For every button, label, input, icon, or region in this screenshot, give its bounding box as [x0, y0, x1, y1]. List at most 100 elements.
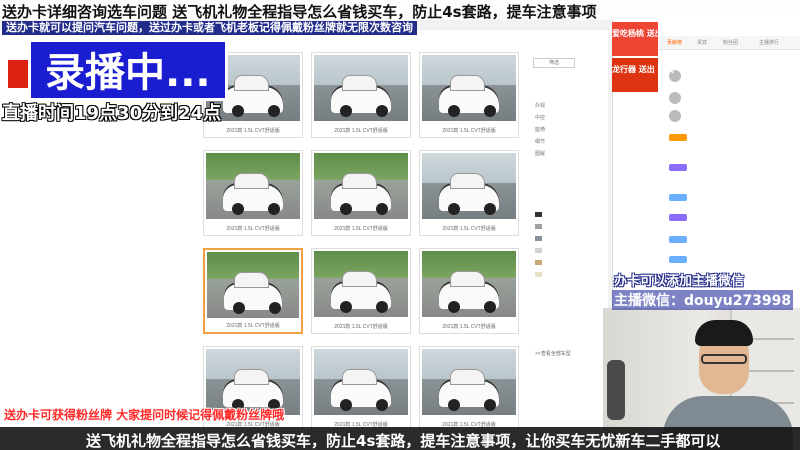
tab-contribution[interactable]: 贡献榜 [667, 39, 682, 46]
wheel [232, 203, 244, 215]
color-option[interactable] [535, 260, 545, 266]
wheel [268, 203, 280, 215]
thumbnail-caption: 2021款 1.5L CVT舒适版 [334, 226, 388, 232]
car-photo [422, 153, 516, 219]
filter-button[interactable]: 筛选 [533, 58, 575, 68]
avatar [669, 110, 681, 122]
message-badge [669, 194, 687, 201]
thumbnail-caption: 2021款 1.5L CVT舒适版 [442, 226, 496, 232]
filter-row: 图解 [535, 151, 546, 157]
color-option[interactable] [535, 212, 545, 218]
gallery-thumbnail[interactable]: 2021款 1.5L CVT舒适版 [203, 248, 303, 334]
gallery-thumbnail[interactable]: 2021款 1.5L CVT舒适版 [419, 52, 519, 138]
color-option[interactable] [535, 224, 545, 230]
wheel [340, 301, 352, 313]
wechat-id: 主播微信：douyu273998 [612, 290, 794, 310]
car-photo [422, 55, 516, 121]
avatar [669, 92, 681, 104]
gift-item: 龙行器 送出 飞机 [612, 58, 674, 92]
tab-vip[interactable]: 贵宾 [697, 39, 707, 46]
thumbnail-caption: 2021款 1.5L CVT舒适版 [226, 226, 280, 232]
wheel [448, 301, 460, 313]
tab-fans[interactable]: 粉丝团 [723, 39, 738, 46]
broadcast-hours: 直播时间19点30分到24点 [2, 103, 222, 124]
color-swatch [535, 272, 542, 278]
wheel [484, 105, 496, 117]
thumbnail-caption: 2021款 1.5L CVT舒适版 [334, 128, 388, 134]
wheel [340, 399, 352, 411]
message-badge [669, 164, 687, 171]
thumbnail-caption: 2021款 1.5L CVT舒适版 [226, 128, 280, 134]
filter-row: 细节 [535, 139, 546, 145]
car-photo [422, 251, 516, 317]
gift-item: 爱吃杨桃 送出 [612, 22, 663, 56]
filter-row: 外观 [535, 103, 546, 109]
bottom-banner-text: 送飞机礼物全程指导怎么省钱买车，防止4s套路，提车注意事项，让你买车无忧新车二手… [86, 432, 721, 450]
wheel [376, 203, 388, 215]
thumbnail-caption: 2021款 1.5L CVT舒适版 [442, 128, 496, 134]
message-badge [669, 134, 687, 141]
car-photo [207, 252, 299, 318]
message-badge [669, 214, 687, 221]
car-photo [422, 349, 516, 415]
car-photo [314, 55, 408, 121]
gallery-thumbnail[interactable]: 2021款 1.5L CVT舒适版 [203, 150, 303, 236]
color-swatch [535, 260, 542, 266]
wheel [484, 301, 496, 313]
microphone [607, 360, 625, 420]
gallery-thumbnail[interactable]: 2021款 1.5L CVT舒适版 [311, 248, 411, 334]
top-banner: 送办卡详细咨询选车问题 送飞机礼物全程指导怎么省钱买车，防止4s套路，提车注意事… [0, 0, 800, 21]
wheel [376, 105, 388, 117]
gallery-thumbnail[interactable]: 2021款 1.5L CVT舒适版 [419, 248, 519, 334]
wheel [340, 203, 352, 215]
color-option[interactable] [535, 236, 545, 242]
car-photo [314, 153, 408, 219]
color-option[interactable] [535, 248, 545, 254]
thumbnail-caption: 2021款 1.5L CVT舒适版 [442, 324, 496, 330]
gallery-thumbnail[interactable]: 2021款 1.5L CVT舒适版 [419, 150, 519, 236]
gallery-thumbnail[interactable]: 2021款 1.5L CVT舒适版 [311, 346, 411, 432]
filter-row: 座椅 [535, 127, 546, 133]
wheel [376, 399, 388, 411]
wheel [448, 105, 460, 117]
filter-panel: 筛选 外观 中控 座椅 细节 图解 >>查看全部车型 [529, 52, 607, 372]
streamer-hair [695, 320, 753, 346]
tab-rank[interactable]: 主播排行 [759, 39, 779, 46]
message-badge [669, 256, 687, 263]
filter-row: 中控 [535, 115, 546, 121]
fan-badge-note: 送办卡可获得粉丝牌 大家提问时候记得佩戴粉丝牌哦 [4, 408, 285, 422]
color-swatch [535, 248, 542, 254]
message-badge [669, 236, 687, 243]
top-banner-text: 送办卡详细咨询选车问题 送飞机礼物全程指导怎么省钱买车，防止4s套路，提车注意事… [2, 3, 597, 21]
recording-label: 录播中... [28, 39, 228, 101]
gallery-thumbnail[interactable]: 2021款 1.5L CVT舒适版 [311, 52, 411, 138]
wheel [269, 302, 281, 314]
color-swatch [535, 224, 542, 230]
car-photo [314, 251, 408, 317]
view-all-models-link[interactable]: >>查看全部车型 [535, 350, 571, 357]
color-swatch [535, 236, 542, 242]
color-swatch [535, 212, 542, 218]
car-photo [314, 349, 408, 415]
stream-frame: 2021款 1.5L CVT舒适版 2021款 1.5L CVT舒适版 2021款 … [0, 0, 800, 450]
wheel [484, 203, 496, 215]
wheel [268, 105, 280, 117]
thumbnail-caption: 2021款 1.5L CVT舒适版 [226, 323, 280, 329]
wechat-note: 办卡可以添加主播微信 [614, 274, 745, 289]
gallery-thumbnail[interactable]: 2021款 1.5L CVT舒适版 [419, 346, 519, 432]
wheel [448, 399, 460, 411]
bottom-banner: 送飞机礼物全程指导怎么省钱买车，防止4s套路，提车注意事项，让你买车无忧新车二手… [0, 427, 800, 450]
car-photo [206, 153, 300, 219]
wheel [448, 203, 460, 215]
tip-banner: 送办卡就可以提问汽车问题，送过办卡或者飞机老板记得佩戴粉丝牌就无限次数咨询 [2, 21, 417, 35]
wheel [484, 399, 496, 411]
wheel [232, 105, 244, 117]
color-option[interactable] [535, 272, 545, 278]
thumbnail-caption: 2021款 1.5L CVT舒适版 [334, 324, 388, 330]
wheel [376, 301, 388, 313]
gift-promo: 爱吃杨桃 送出 龙行器 送出 飞机 [612, 22, 674, 94]
glasses [701, 354, 747, 364]
gallery-thumbnail[interactable]: 2021款 1.5L CVT舒适版 [311, 150, 411, 236]
wheel [233, 302, 245, 314]
wheel [340, 105, 352, 117]
